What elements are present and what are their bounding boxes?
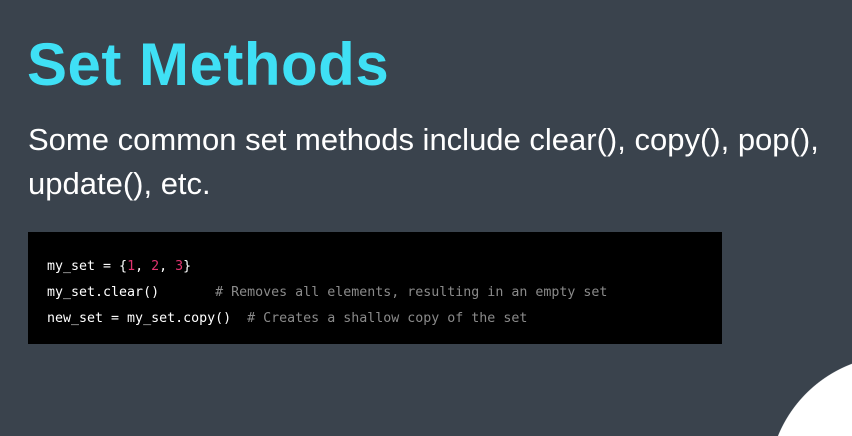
code-comment: # Removes all elements, resulting in an … bbox=[215, 285, 608, 300]
code-number: 2 bbox=[151, 259, 160, 274]
code-text: my_set.clear() bbox=[47, 285, 216, 300]
code-block: my_set = {1, 2, 3} my_set.clear() # Remov… bbox=[28, 232, 722, 344]
code-text: , bbox=[135, 259, 152, 274]
slide-title: Set Methods bbox=[27, 31, 390, 98]
code-text: new_set = my_set.copy() bbox=[47, 311, 248, 326]
code-number: 3 bbox=[175, 259, 184, 274]
code-text: , bbox=[159, 259, 176, 274]
code-text: } bbox=[183, 259, 192, 274]
code-comment: # Creates a shallow copy of the set bbox=[247, 311, 528, 326]
code-text: my_set = { bbox=[47, 259, 128, 274]
code-line-2: my_set.clear() # Removes all elements, r… bbox=[47, 280, 722, 306]
code-line-1: my_set = {1, 2, 3} bbox=[47, 254, 722, 280]
code-number: 1 bbox=[127, 259, 136, 274]
decorative-circle bbox=[768, 355, 852, 436]
slide-subtitle: Some common set methods include clear(),… bbox=[28, 122, 819, 201]
code-line-3: new_set = my_set.copy() # Creates a shal… bbox=[47, 306, 722, 332]
